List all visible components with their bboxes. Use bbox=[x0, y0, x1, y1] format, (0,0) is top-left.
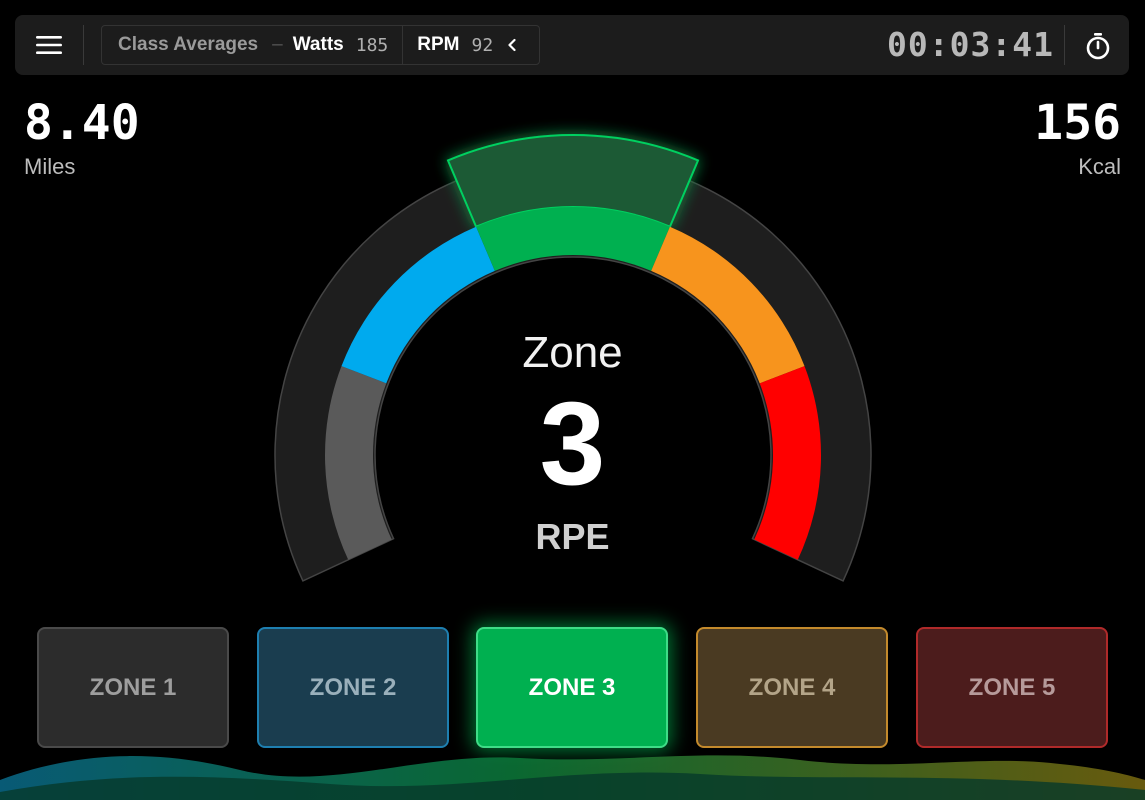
zone-2-button[interactable]: ZONE 2 bbox=[257, 627, 449, 748]
zone-3-button[interactable]: ZONE 3 bbox=[476, 627, 668, 748]
zone-4-button[interactable]: ZONE 4 bbox=[696, 627, 888, 748]
zone-5-button[interactable]: ZONE 5 bbox=[916, 627, 1108, 748]
gauge-subtitle: RPE bbox=[535, 516, 610, 557]
zone-1-button[interactable]: ZONE 1 bbox=[37, 627, 229, 748]
current-zone-number: 3 bbox=[539, 378, 606, 510]
gauge-title: Zone bbox=[522, 328, 623, 377]
decorative-waves bbox=[0, 755, 1145, 800]
gauge-segment-zone-3 bbox=[476, 207, 670, 271]
